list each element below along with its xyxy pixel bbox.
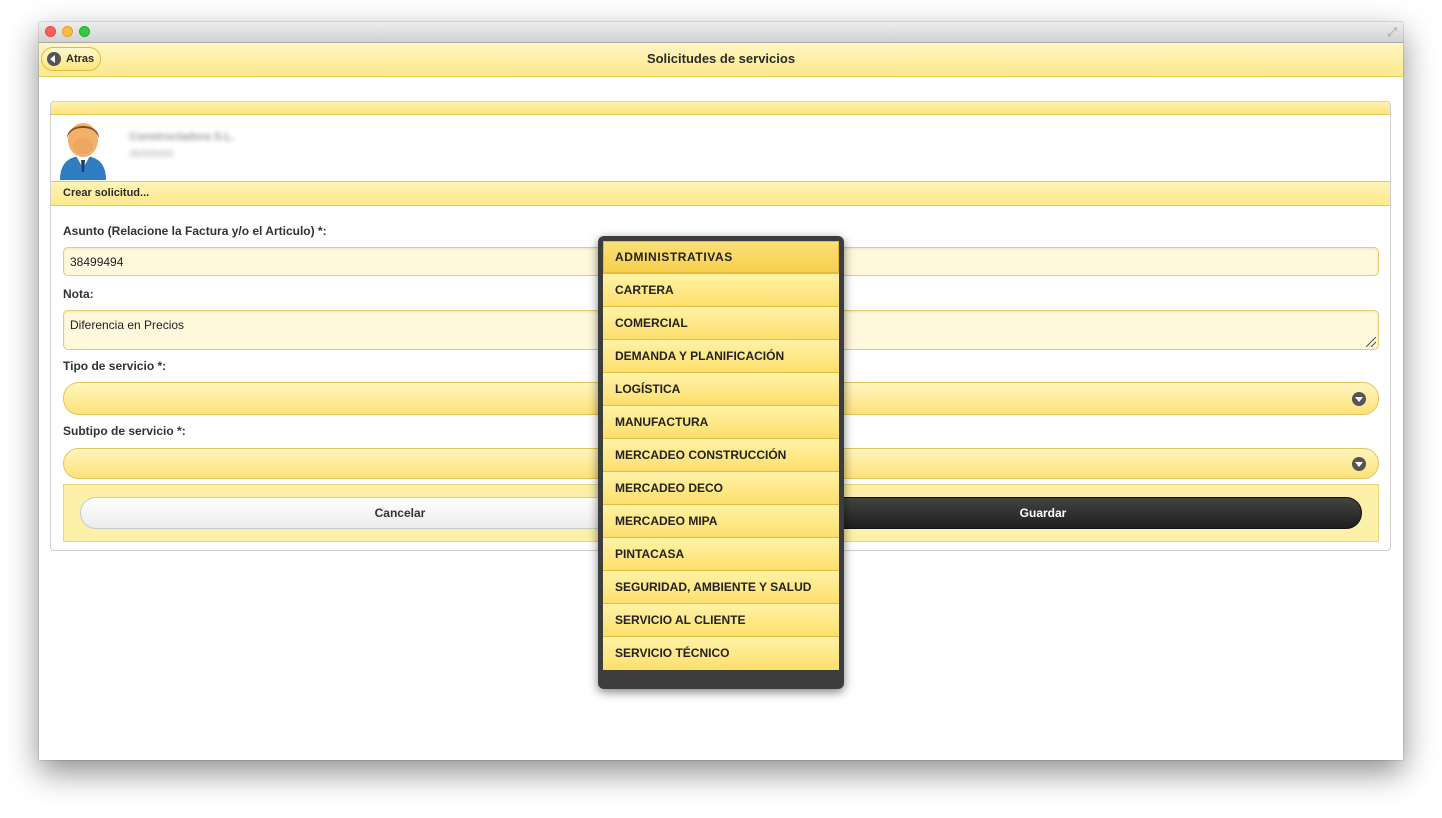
section-title: Crear solicitud... bbox=[51, 182, 1390, 206]
nota-text: Diferencia en Precios bbox=[70, 318, 185, 332]
tipo-servicio-label: Tipo de servicio *: bbox=[63, 359, 167, 373]
dropdown-option[interactable]: MANUFACTURA bbox=[603, 406, 839, 439]
resize-grip-icon[interactable] bbox=[1366, 337, 1376, 347]
dropdown-option[interactable]: SEGURIDAD, AMBIENTE Y SALUD bbox=[603, 571, 839, 604]
chevron-down-icon bbox=[1352, 391, 1366, 406]
maximize-window-button[interactable] bbox=[79, 26, 90, 37]
dropdown-option[interactable]: LOGÍSTICA bbox=[603, 373, 839, 406]
user-profile: Constructadora S.L. 38499494 bbox=[51, 115, 1390, 182]
dropdown-option[interactable]: COMERCIAL bbox=[603, 307, 839, 340]
dropdown-option[interactable]: CARTERA bbox=[603, 274, 839, 307]
nota-label: Nota: bbox=[63, 287, 94, 301]
subtipo-servicio-label: Subtipo de servicio *: bbox=[63, 424, 186, 438]
close-window-button[interactable] bbox=[45, 26, 56, 37]
minimize-window-button[interactable] bbox=[62, 26, 73, 37]
dropdown-option[interactable]: PINTACASA bbox=[603, 538, 839, 571]
dropdown-option[interactable]: DEMANDA Y PLANIFICACIÓN bbox=[603, 340, 839, 373]
page-header: Atras Solicitudes de servicios bbox=[39, 43, 1403, 77]
dropdown-option[interactable]: ADMINISTRATIVAS bbox=[603, 241, 839, 274]
dropdown-option[interactable]: MERCADEO DECO bbox=[603, 472, 839, 505]
fullscreen-icon[interactable]: ⤢ bbox=[1387, 25, 1397, 39]
page-title: Solicitudes de servicios bbox=[646, 51, 796, 66]
tipo-servicio-dropdown: ADMINISTRATIVAS CARTERA COMERCIAL DEMAND… bbox=[598, 236, 844, 689]
asunto-label: Asunto (Relacione la Factura y/o el Arti… bbox=[63, 224, 327, 238]
dropdown-option[interactable]: SERVICIO TÉCNICO bbox=[603, 637, 839, 670]
card-top-bar bbox=[51, 102, 1390, 115]
user-name: Constructadora S.L. bbox=[129, 131, 235, 143]
user-id: 38499494 bbox=[129, 149, 174, 160]
chevron-down-icon bbox=[1352, 456, 1366, 471]
window-titlebar: ⤢ bbox=[39, 22, 1403, 43]
user-avatar-icon bbox=[60, 123, 106, 180]
dropdown-option[interactable]: MERCADEO CONSTRUCCIÓN bbox=[603, 439, 839, 472]
dropdown-option[interactable]: SERVICIO AL CLIENTE bbox=[603, 604, 839, 637]
dropdown-option[interactable]: MERCADEO MIPA bbox=[603, 505, 839, 538]
